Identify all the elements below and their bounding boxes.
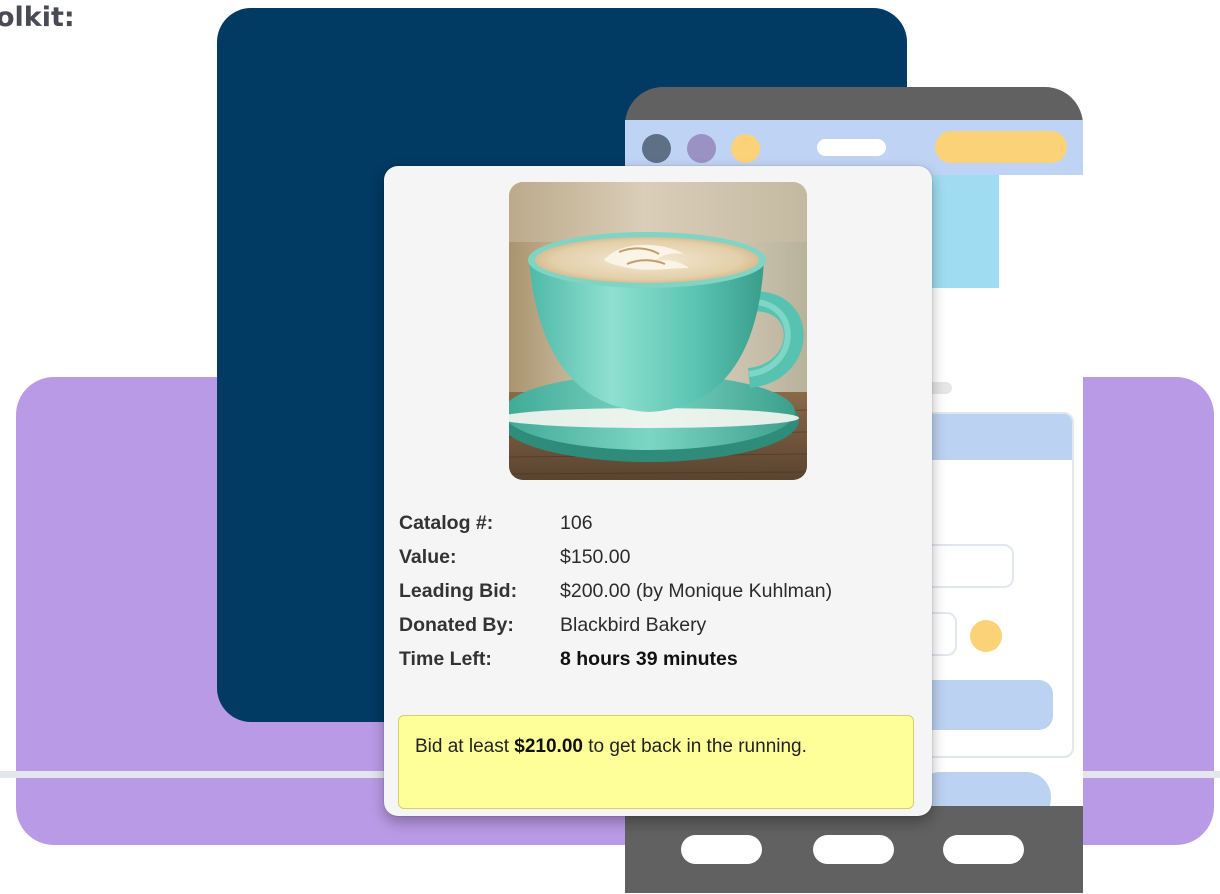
item-photo	[509, 182, 807, 480]
detail-value: 106	[560, 512, 593, 534]
detail-label: Leading Bid:	[399, 580, 518, 602]
header-title-placeholder	[817, 139, 886, 156]
phone-bottom-nav	[625, 806, 1083, 893]
header-dot-icon	[687, 134, 716, 163]
header-dot-icon	[642, 134, 671, 163]
form-submit-button[interactable]	[915, 680, 1053, 730]
form-input-field[interactable]	[920, 544, 1014, 588]
detail-label: Catalog #:	[399, 512, 494, 534]
notice-prefix: Bid at least	[415, 736, 515, 757]
form-status-dot-icon	[970, 620, 1002, 652]
latte-cup-image	[509, 182, 807, 480]
header-dot-icon	[731, 134, 760, 163]
header-action-button[interactable]	[935, 131, 1067, 163]
detail-label: Donated By:	[399, 614, 514, 636]
nav-button-1[interactable]	[681, 835, 762, 864]
illustration-stage: olkit: Catalog #: 106 Value: $150.00 Lea…	[0, 0, 1220, 894]
detail-label: Time Left:	[399, 648, 492, 670]
heading-fragment: olkit:	[0, 2, 75, 33]
nav-button-3[interactable]	[943, 835, 1024, 864]
outbid-notice: Bid at least $210.00 to get back in the …	[398, 715, 914, 809]
nav-button-2[interactable]	[813, 835, 894, 864]
detail-value: Blackbird Bakery	[560, 614, 707, 636]
minimum-bid-amount: $210.00	[514, 736, 583, 757]
notice-suffix: to get back in the running.	[582, 736, 807, 757]
detail-value: 8 hours 39 minutes	[560, 648, 738, 670]
auction-item-card: Catalog #: 106 Value: $150.00 Leading Bi…	[384, 166, 932, 816]
form-card-header	[915, 414, 1072, 460]
detail-label: Value:	[399, 546, 457, 568]
detail-value: $200.00 (by Monique Kuhlman)	[560, 580, 833, 602]
detail-value: $150.00	[560, 546, 631, 568]
